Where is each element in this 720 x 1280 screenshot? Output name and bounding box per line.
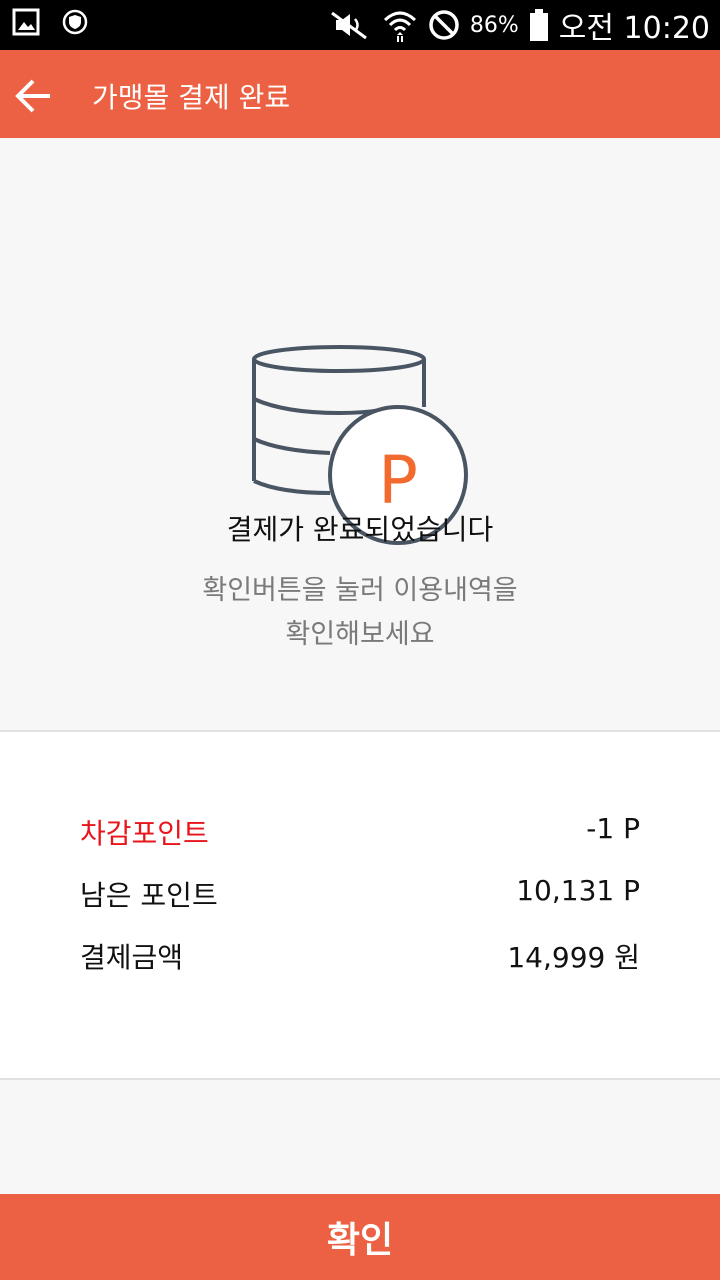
back-button[interactable] (12, 74, 56, 118)
shield-icon (62, 9, 88, 35)
confirm-button-label: 확인 (326, 1219, 394, 1260)
completion-panel: P 결제가 완료되었습니다 확인버튼을 눌러 이용내역을 확인해보세요 (0, 138, 720, 730)
confirm-button[interactable]: 확인 (0, 1194, 720, 1280)
battery-icon (529, 9, 548, 41)
completion-subtitle-line1: 확인버튼을 눌러 이용내역을 (202, 575, 518, 606)
status-bar: 86% 오전 10:20 (0, 0, 720, 50)
payment-amount-label: 결제금액 (80, 941, 184, 974)
mute-icon (331, 11, 367, 40)
payment-details: 차감포인트 -1 P 남은 포인트 10,131 P 결제금액 14,999 원 (0, 732, 720, 1078)
remaining-points-value: 10,131 P (516, 874, 640, 907)
app-bar: 가맹몰 결제 완료 (0, 50, 720, 138)
wifi-icon (383, 11, 416, 42)
completion-title: 결제가 완료되었습니다 (226, 513, 494, 546)
clock: 오전 10:20 (558, 11, 710, 46)
battery-percent: 86% (469, 12, 519, 38)
detail-row-deducted: 차감포인트 -1 P (80, 812, 640, 856)
detail-row-amount: 결제금액 14,999 원 (80, 936, 640, 980)
completion-subtitle-line2: 확인해보세요 (285, 619, 435, 650)
arrow-left-icon (15, 79, 50, 113)
divider-bottom (0, 1078, 720, 1080)
remaining-points-label: 남은 포인트 (80, 879, 218, 912)
gallery-icon (12, 8, 40, 36)
deducted-points-value: -1 P (586, 812, 640, 845)
deducted-points-label: 차감포인트 (80, 817, 209, 850)
payment-amount-value: 14,999 원 (507, 941, 640, 974)
detail-row-remaining: 남은 포인트 10,131 P (80, 874, 640, 918)
page-title: 가맹몰 결제 완료 (92, 81, 291, 114)
block-icon (429, 10, 459, 40)
